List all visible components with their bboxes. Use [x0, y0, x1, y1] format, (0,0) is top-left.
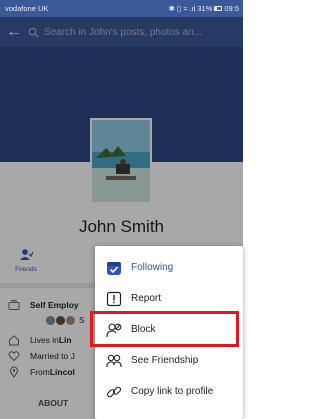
- friendship-icon: [106, 354, 122, 367]
- status-bar: vodafone UK ✱ ▯ ≈ .ıl 31% 09:5: [0, 0, 243, 17]
- link-icon: [106, 386, 122, 397]
- menu-item-see-friendship[interactable]: See Friendship: [95, 345, 243, 376]
- menu-item-label: Report: [131, 293, 162, 304]
- menu-item-label: See Friendship: [131, 355, 199, 366]
- menu-item-label: Following: [131, 262, 174, 273]
- clock: 09:5: [224, 4, 239, 13]
- status-indicators: ✱ ▯ ≈ .ıl 31% 09:5: [169, 4, 239, 13]
- menu-item-following[interactable]: Following: [95, 252, 243, 283]
- battery-icon: [214, 6, 223, 11]
- menu-item-report[interactable]: Report: [95, 283, 243, 314]
- menu-item-label: Copy link to profile: [131, 386, 214, 397]
- block-highlight-box: [90, 311, 239, 347]
- status-icons: ✱ ▯ ≈ .ıl 31%: [168, 4, 213, 13]
- report-icon: [106, 291, 122, 306]
- following-icon: [107, 261, 121, 275]
- menu-item-copy-link[interactable]: Copy link to profile: [95, 376, 243, 407]
- carrier-label: vodafone UK: [5, 4, 49, 13]
